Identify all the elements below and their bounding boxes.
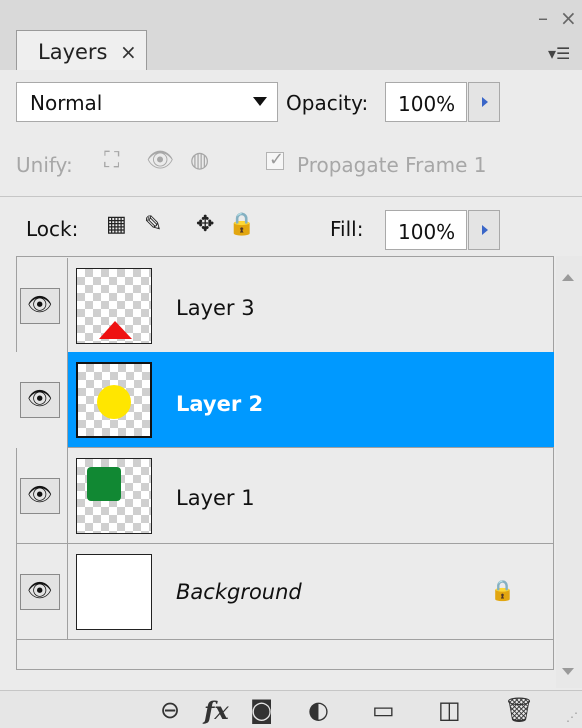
link-layers-icon[interactable]: ⊖	[160, 696, 180, 724]
layer-name: Layer 1	[176, 486, 255, 510]
lock-image-icon[interactable]: ✎	[144, 212, 162, 237]
layers-toolbar	[0, 690, 582, 728]
eye-icon: 👁	[27, 482, 53, 506]
minimize-icon[interactable]: –	[538, 6, 548, 30]
layer-thumbnail	[76, 268, 152, 344]
fill-value: 100%	[398, 220, 456, 244]
propagate-label: Propagate Frame 1	[297, 153, 487, 177]
opacity-label: Opacity:	[286, 91, 369, 115]
yellow-circle-shape	[97, 385, 131, 419]
opacity-arrow-icon	[482, 97, 488, 107]
red-triangle-shape	[99, 321, 132, 339]
eye-icon: 👁	[27, 578, 53, 602]
unify-style-icon[interactable]: ◍	[190, 148, 209, 173]
tab-close-icon[interactable]: ×	[120, 40, 137, 64]
layer-name: Background	[176, 580, 302, 604]
layer-thumbnail	[76, 458, 152, 534]
adjustment-layer-icon[interactable]: ◐	[308, 696, 329, 724]
opacity-value: 100%	[398, 92, 456, 116]
layer-name: Layer 2	[176, 392, 264, 416]
chevron-down-icon[interactable]	[253, 97, 267, 106]
panel-menu-icon[interactable]: ▾☰	[548, 44, 570, 63]
green-square-shape	[87, 467, 121, 501]
unify-label: Unify:	[16, 153, 73, 177]
eye-icon: 👁	[27, 386, 53, 410]
fill-arrow-icon	[482, 225, 488, 235]
blend-mode-value: Normal	[30, 91, 103, 115]
new-group-icon[interactable]: ▭	[372, 696, 395, 724]
tab-layers-label: Layers	[38, 40, 108, 64]
resize-grip-icon[interactable]: ⋰	[566, 710, 578, 724]
lock-all-icon[interactable]: 🔒	[228, 212, 255, 237]
lock-transparent-icon[interactable]: ▦	[106, 212, 127, 237]
fx-icon[interactable]: fx	[204, 696, 229, 725]
eye-icon: 👁	[27, 292, 53, 316]
new-layer-icon[interactable]: ◫	[438, 696, 461, 724]
lock-position-icon[interactable]: ✥	[196, 212, 214, 237]
trash-icon[interactable]: 🗑	[504, 696, 534, 724]
scroll-down-icon[interactable]	[562, 668, 574, 675]
check-icon: ✓	[269, 149, 285, 170]
layer-thumbnail	[76, 554, 152, 630]
layer-thumbnail	[76, 362, 152, 438]
scrollbar[interactable]	[556, 256, 582, 688]
divider	[0, 196, 582, 197]
layer-name: Layer 3	[176, 296, 255, 320]
background-lock-icon: 🔒	[490, 578, 515, 602]
lock-label: Lock:	[26, 217, 79, 241]
unify-visibility-icon[interactable]: 👁	[146, 148, 174, 173]
scroll-up-icon[interactable]	[562, 274, 574, 281]
unify-position-icon[interactable]: ⛶	[104, 148, 119, 173]
close-panel-icon[interactable]: ×	[560, 6, 577, 30]
fill-label: Fill:	[330, 217, 364, 241]
add-mask-icon[interactable]: ◙	[250, 696, 273, 724]
